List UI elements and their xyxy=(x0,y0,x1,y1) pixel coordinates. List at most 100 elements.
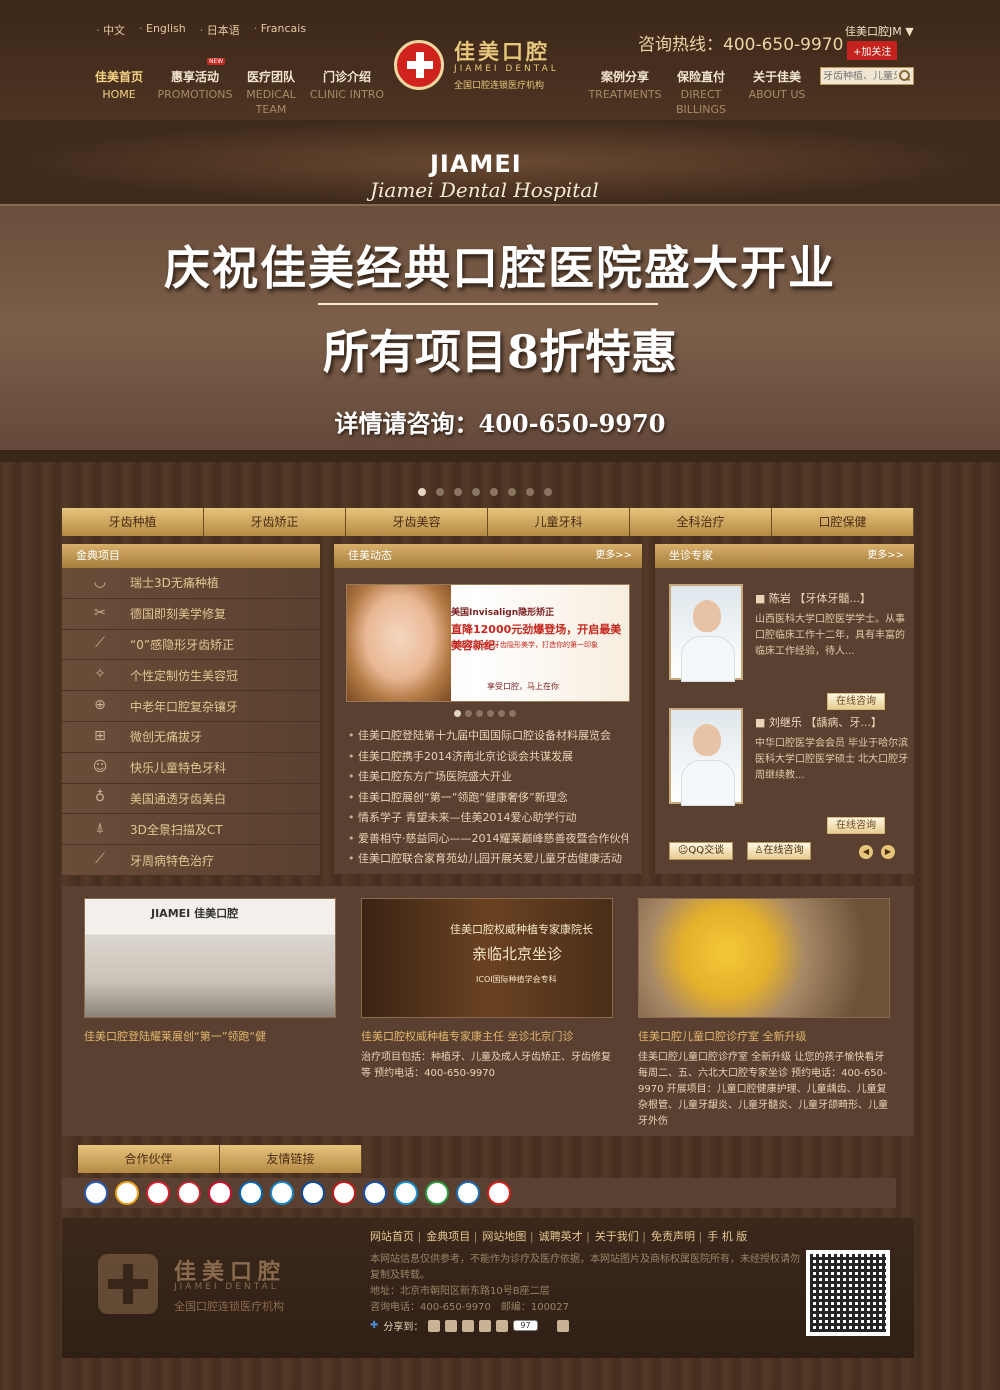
qq-chat-button[interactable]: ☺QQ交谈 xyxy=(669,842,733,860)
lang-ja[interactable]: 日本语 xyxy=(200,22,240,38)
weibo-share-icon[interactable] xyxy=(445,1319,458,1332)
list-item[interactable]: ✂ 德国即刻美学修复 xyxy=(62,598,320,630)
pagination-dot[interactable] xyxy=(454,488,462,496)
partner-logo-icon[interactable] xyxy=(301,1181,325,1205)
site-logo[interactable]: 佳美口腔 JIAMEI DENTAL 全国口腔连锁医疗机构 xyxy=(394,36,574,96)
list-item[interactable]: ♁ 美国通透牙齿美白 xyxy=(62,783,320,815)
news-item[interactable]: 佳美口腔联合家育苑幼儿园开展关爱儿童牙齿健康活动 xyxy=(348,849,628,870)
pagination-dot[interactable] xyxy=(487,710,494,717)
kaixin-share-icon[interactable] xyxy=(496,1319,509,1332)
category-tab[interactable]: 口腔保健 xyxy=(772,508,914,536)
pagination-dot[interactable] xyxy=(490,488,498,496)
partner-logo-icon[interactable] xyxy=(487,1181,511,1205)
lang-zh[interactable]: 中文 xyxy=(96,22,125,38)
partner-logo-icon[interactable] xyxy=(84,1181,108,1205)
tencent-weibo-share-icon[interactable] xyxy=(462,1319,475,1332)
footer-link[interactable]: 诚聘英才 xyxy=(539,1228,590,1244)
list-item[interactable]: ◡ 瑞士3D无痛种植 xyxy=(62,568,320,599)
nav-clinic-intro[interactable]: 门诊介绍 CLINIC INTRO xyxy=(309,68,385,117)
footer-link[interactable]: 手 机 版 xyxy=(707,1228,747,1244)
lang-en[interactable]: English xyxy=(139,22,186,38)
footer-link[interactable]: 金典项目 xyxy=(426,1228,477,1244)
partner-logo-icon[interactable] xyxy=(332,1181,356,1205)
renren-share-icon[interactable] xyxy=(479,1319,492,1332)
partner-logo-icon[interactable] xyxy=(177,1181,201,1205)
partner-logo-icon[interactable] xyxy=(425,1181,449,1205)
pagination-dot[interactable] xyxy=(465,710,472,717)
list-item[interactable]: ⊕ 中老年口腔复杂镶牙 xyxy=(62,691,320,722)
nav-direct-billings[interactable]: 保险直付 DIRECT BILLINGS xyxy=(663,68,739,117)
news-more-link[interactable]: 更多>> xyxy=(595,544,632,568)
nav-treatments[interactable]: 案例分享 TREATMENTS xyxy=(587,68,663,117)
share-plus-icon: ✚ xyxy=(370,1320,379,1331)
doctor-name[interactable]: 刘继乐 xyxy=(769,716,802,729)
doctor-photo[interactable] xyxy=(669,584,743,682)
microscope-icon: ♁ xyxy=(94,789,106,806)
list-item[interactable]: ⟋ “0”感隐形牙齿矫正 xyxy=(62,629,320,661)
news-item[interactable]: 佳美口腔登陆第十九届中国国际口腔设备材料展览会 xyxy=(348,726,628,747)
pagination-dot[interactable] xyxy=(476,710,483,717)
news-banner[interactable]: 美国Invisalign隐形矫正 直降12000元劲爆登场，开启最美美容新纪 呼… xyxy=(346,584,630,702)
partner-logo-icon[interactable] xyxy=(394,1181,418,1205)
pagination-dot[interactable] xyxy=(526,488,534,496)
next-arrow-icon[interactable]: ▶ xyxy=(881,845,895,859)
search-icon[interactable] xyxy=(897,69,911,83)
nav-home[interactable]: 佳美首页 HOME xyxy=(81,68,157,117)
hero-banner[interactable]: 庆祝佳美经典口腔医院盛大开业 所有项目8折特惠 详情请咨询：400-650-99… xyxy=(0,206,1000,456)
partner-logo-icon[interactable] xyxy=(239,1181,263,1205)
doctor-photo[interactable] xyxy=(669,708,743,806)
consult-button[interactable]: 在线咨询 xyxy=(827,817,885,834)
pagination-dot[interactable] xyxy=(509,710,516,717)
news-item[interactable]: 佳美口腔展创“第一”领跑“健康奢侈”新理念 xyxy=(348,788,628,809)
pagination-dot[interactable] xyxy=(498,710,505,717)
pagination-dot[interactable] xyxy=(436,488,444,496)
feature-card[interactable]: 佳美口腔儿童口腔诊疗室 全新升级 佳美口腔儿童口腔诊疗室 全新升级 让您的孩子愉… xyxy=(638,898,890,1130)
pagination-dot[interactable] xyxy=(544,488,552,496)
weibo-account[interactable]: 佳美口腔JM ▼ xyxy=(845,23,914,39)
partner-logo-icon[interactable] xyxy=(456,1181,480,1205)
nav-medical-team[interactable]: 医疗团队 MEDICAL TEAM xyxy=(233,68,309,117)
pagination-dot[interactable] xyxy=(418,488,426,496)
news-item[interactable]: 情系学子 青望未来—佳美2014爱心助学行动 xyxy=(348,808,628,829)
tab-partners[interactable]: 合作伙伴 xyxy=(78,1145,220,1173)
qzone-share-icon[interactable] xyxy=(428,1319,441,1332)
list-item[interactable]: ⍋ 3D全景扫描及CT xyxy=(62,814,320,846)
partner-logo-icon[interactable] xyxy=(363,1181,387,1205)
category-tab[interactable]: 儿童牙科 xyxy=(488,508,630,536)
follow-button[interactable]: +加关注 xyxy=(847,41,898,60)
partner-logo-icon[interactable] xyxy=(115,1181,139,1205)
category-tab[interactable]: 全科治疗 xyxy=(630,508,772,536)
footer-link[interactable]: 关于我们 xyxy=(595,1228,646,1244)
footer-link[interactable]: 免责声明 xyxy=(651,1228,702,1244)
tab-friend-links[interactable]: 友情链接 xyxy=(220,1145,362,1173)
search-input[interactable] xyxy=(821,70,897,82)
nav-promotions[interactable]: 惠享活动 PROMOTIONS xyxy=(157,68,233,117)
partner-logo-icon[interactable] xyxy=(208,1181,232,1205)
list-item[interactable]: ☺ 快乐儿童特色牙科 xyxy=(62,752,320,784)
news-item[interactable]: 爱善相守·慈益同心——2014耀莱巅峰慈善夜暨合作伙伴签 xyxy=(348,829,628,850)
footer-link[interactable]: 网站首页 xyxy=(370,1228,421,1244)
list-item[interactable]: ✧ 个性定制仿生美容冠 xyxy=(62,660,320,692)
category-tab[interactable]: 牙齿美容 xyxy=(346,508,488,536)
pagination-dot[interactable] xyxy=(454,710,461,717)
footer-link[interactable]: 网站地图 xyxy=(482,1228,533,1244)
category-tab[interactable]: 牙齿种植 xyxy=(62,508,204,536)
partner-logo-icon[interactable] xyxy=(146,1181,170,1205)
online-consult-button[interactable]: ♙在线咨询 xyxy=(747,842,811,860)
news-item[interactable]: 佳美口腔东方广场医院盛大开业 xyxy=(348,767,628,788)
doctor-name[interactable]: 陈岩 xyxy=(769,592,791,605)
baidu-share-icon[interactable] xyxy=(556,1319,569,1332)
pagination-dot[interactable] xyxy=(508,488,516,496)
experts-more-link[interactable]: 更多>> xyxy=(867,544,904,568)
feature-card[interactable]: JIAMEI 佳美口腔 佳美口腔登陆耀莱展创“第一”领跑“健 xyxy=(84,898,336,1044)
feature-card[interactable]: 佳美口腔权威种植专家康院长 亲临北京坐诊 ICOI国际种植学会专科 佳美口腔权威… xyxy=(361,898,613,1082)
partner-logo-icon[interactable] xyxy=(270,1181,294,1205)
category-tab[interactable]: 牙齿矫正 xyxy=(204,508,346,536)
lang-fr[interactable]: Francais xyxy=(254,22,306,38)
list-item[interactable]: ⟋ 牙周病特色治疗 xyxy=(62,845,320,876)
pagination-dot[interactable] xyxy=(472,488,480,496)
list-item[interactable]: ⊞ 微创无痛拔牙 xyxy=(62,721,320,753)
news-item[interactable]: 佳美口腔携手2014济南北京论谈会共谋发展 xyxy=(348,747,628,768)
nav-about-us[interactable]: 关于佳美 ABOUT US xyxy=(739,68,815,117)
prev-arrow-icon[interactable]: ◀ xyxy=(859,845,873,859)
